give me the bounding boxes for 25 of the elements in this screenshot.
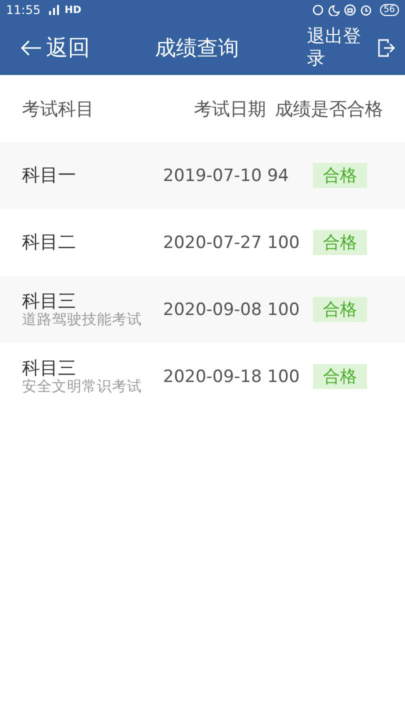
- pass-tag: 合格: [313, 297, 367, 322]
- status-time: 11:55: [6, 3, 41, 17]
- column-header: 考试日期: [194, 98, 266, 120]
- exam-date-score: 2020-07-27 100: [163, 232, 301, 252]
- network-label: HD: [64, 4, 82, 16]
- page-title: 成绩查询: [154, 34, 240, 62]
- subject-name: 科目三: [22, 292, 77, 312]
- pass-tag: 合格: [313, 364, 367, 389]
- exam-date-score: 2020-09-18 100: [163, 366, 301, 386]
- pass-tag: 合格: [313, 230, 367, 255]
- subject-name: 科目二: [22, 232, 77, 252]
- column-header: 考试科目: [22, 98, 95, 120]
- exam-date-score: 2019-07-10 94: [163, 166, 290, 186]
- back-arrow-icon[interactable]: [20, 40, 42, 56]
- logout-icon[interactable]: [377, 38, 395, 56]
- subject-subtitle: 安全文明常识考试: [22, 378, 143, 394]
- battery-icon: 56: [380, 4, 399, 16]
- subject-subtitle: 道路驾驶技能考试: [22, 312, 143, 328]
- column-header: 成绩是否合格: [275, 98, 383, 120]
- logout-button[interactable]: 退出登录: [307, 26, 377, 70]
- back-button[interactable]: 返回: [20, 32, 140, 62]
- subject-name: 科目三: [22, 358, 77, 378]
- exam-date-score: 2020-09-08 100: [163, 300, 301, 320]
- subject-name: 科目一: [22, 166, 77, 186]
- pass-tag: 合格: [313, 163, 367, 188]
